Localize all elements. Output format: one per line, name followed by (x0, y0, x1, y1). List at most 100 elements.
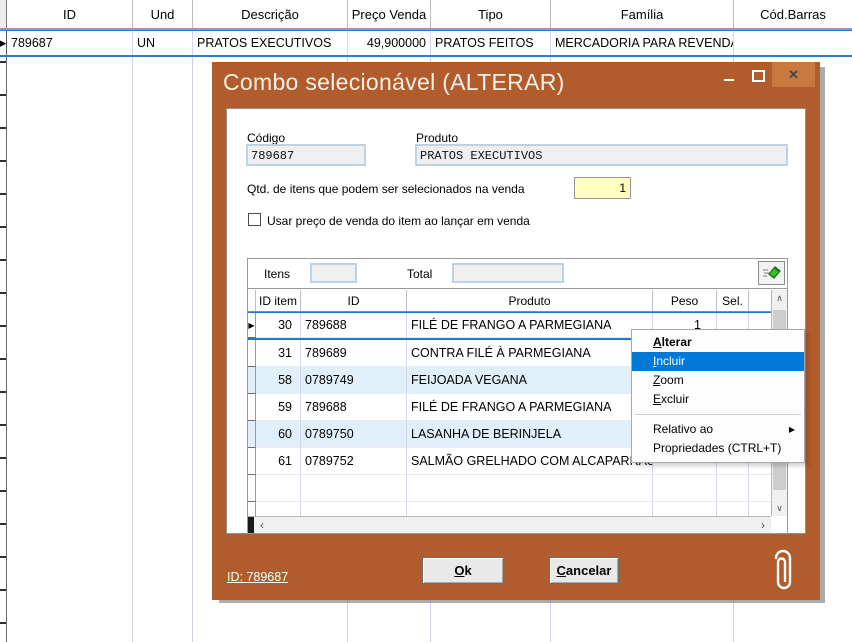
grid-header-row: ID item ID Produto Peso Sel. (248, 290, 771, 312)
cell-id-item: 58 (256, 367, 301, 394)
cell-id-item: 31 (256, 340, 301, 367)
grid-toolbar: Itens Total (248, 259, 787, 289)
row-selector-icon: ▶ (248, 313, 256, 338)
column-header-tipo: Tipo (431, 0, 551, 28)
usar-preco-checkbox[interactable] (248, 213, 261, 226)
cell-id-item: 59 (256, 394, 301, 421)
empty-grid-row (248, 502, 771, 516)
submenu-arrow-icon: ▶ (789, 420, 795, 439)
qtd-itens-label: Qtd. de itens que podem ser selecionados… (247, 182, 525, 196)
dialog-body-panel: Código Produto Qtd. de itens que podem s… (226, 108, 806, 534)
grid-gutter-header (248, 290, 256, 311)
grid-line (192, 57, 193, 642)
broom-icon (762, 265, 781, 281)
grid-column-produto: Produto (407, 290, 653, 311)
menu-item-propriedades[interactable]: Propriedades (CTRL+T) (632, 439, 804, 458)
column-header-und: Und (133, 0, 193, 28)
cell-produto: CONTRA FILÉ À PARMEGIANA (407, 340, 653, 367)
cell-id: 789688 (301, 313, 407, 338)
window-controls: ✕ (714, 62, 815, 87)
column-header-familia: Família (551, 0, 734, 28)
scroll-right-icon[interactable]: › (755, 517, 771, 533)
clear-items-button[interactable] (758, 261, 785, 285)
minimize-button[interactable] (714, 62, 744, 87)
maximize-icon (752, 70, 765, 82)
maximize-button[interactable] (744, 62, 772, 87)
cell-familia: MERCADORIA PARA REVENDA (551, 31, 734, 55)
close-icon: ✕ (788, 67, 799, 83)
menu-item-zoom[interactable]: Zoom (632, 371, 804, 390)
scroll-left-icon[interactable]: ‹ (254, 517, 270, 533)
scroll-up-icon[interactable]: ∧ (772, 290, 787, 306)
menu-item-excluir[interactable]: Excluir (632, 390, 804, 409)
menu-item-alterar[interactable]: Alterar (632, 333, 804, 352)
ok-button[interactable]: Ok (422, 557, 504, 584)
row-gutter-cell (248, 340, 256, 367)
produto-label: Produto (416, 131, 458, 145)
grid-column-sel: Sel. (717, 290, 749, 311)
row-gutter-cell (248, 367, 256, 394)
column-header-cod-barras: Cód.Barras (734, 0, 852, 28)
grid-horizontal-scrollbar[interactable]: ‹ › (248, 516, 771, 533)
cell-preco-venda: 49,900000 (348, 31, 431, 55)
produto-field[interactable] (415, 144, 788, 166)
itens-count-field[interactable] (310, 263, 357, 283)
row-gutter-cell (248, 448, 256, 475)
minimize-icon (724, 79, 734, 81)
cancel-button[interactable]: Cancelar (549, 557, 619, 584)
row-gutter-cell (248, 394, 256, 421)
cell-id-item: 61 (256, 448, 301, 475)
close-button[interactable]: ✕ (772, 62, 815, 87)
itens-label: Itens (264, 267, 290, 281)
grid-context-menu: Alterar Incluir Zoom Excluir Relativo ao… (631, 329, 805, 463)
row-gutter-cell (248, 475, 256, 502)
cell-descricao: PRATOS EXECUTIVOS (193, 31, 348, 55)
cell-id: 789688 (301, 394, 407, 421)
total-label: Total (407, 267, 432, 281)
cell-id-item: 30 (256, 313, 301, 338)
cell-tipo: PRATOS FEITOS (431, 31, 551, 55)
row-gutter-cell (248, 502, 256, 516)
empty-grid-row (248, 475, 771, 502)
qtd-itens-input[interactable] (574, 177, 631, 199)
column-header-id: ID (7, 0, 133, 28)
menu-item-relativo-ao[interactable]: Relativo ao ▶ (632, 420, 804, 439)
menu-item-label: Relativo ao (653, 422, 713, 436)
column-header-preco-venda: Preço Venda (348, 0, 431, 28)
table-row-gutter (0, 57, 7, 642)
cell-produto: FEIJOADA VEGANA (407, 367, 653, 394)
dialog-title: Combo selecionável (ALTERAR) (223, 69, 565, 96)
row-selector-header-cell (0, 0, 7, 28)
codigo-field[interactable] (246, 144, 366, 166)
record-id-link[interactable]: ID: 789687 (227, 570, 288, 584)
cell-id: 0789750 (301, 421, 407, 448)
cell-und: UN (133, 31, 193, 55)
column-header-descricao: Descrição (193, 0, 348, 28)
cell-cod-barras (734, 31, 852, 55)
grid-line (132, 57, 133, 642)
cell-produto: LASANHA DE BERINJELA (407, 421, 653, 448)
total-field[interactable] (452, 263, 564, 283)
cell-id: 0789749 (301, 367, 407, 394)
product-row-selected[interactable]: ▶ 789687 UN PRATOS EXECUTIVOS 49,900000 … (0, 30, 852, 57)
grid-column-id: ID (301, 290, 407, 311)
codigo-label: Código (247, 131, 285, 145)
cell-id: 789687 (7, 31, 133, 55)
paperclip-icon[interactable] (770, 545, 796, 595)
grid-column-filler (749, 290, 771, 311)
app-screen: ID Und Descrição Preço Venda Tipo Famíli… (0, 0, 852, 642)
cell-id: 0789752 (301, 448, 407, 475)
row-selector-icon: ▶ (0, 31, 7, 55)
grid-column-id-item: ID item (256, 290, 301, 311)
usar-preco-checkbox-label: Usar preço de venda do item ao lançar em… (267, 214, 530, 228)
grid-column-peso: Peso (653, 290, 717, 311)
menu-item-incluir[interactable]: Incluir (632, 352, 804, 371)
cell-produto: FILÉ DE FRANGO A PARMEGIANA (407, 313, 653, 338)
products-table-header: ID Und Descrição Preço Venda Tipo Famíli… (0, 0, 852, 30)
cell-produto: SALMÃO GRELHADO COM ALCAPARRAS (407, 448, 653, 475)
cell-id-item: 60 (256, 421, 301, 448)
scroll-down-icon[interactable]: ∨ (772, 500, 787, 516)
menu-separator (635, 414, 801, 415)
cell-produto: FILÉ DE FRANGO A PARMEGIANA (407, 394, 653, 421)
cell-id: 789689 (301, 340, 407, 367)
